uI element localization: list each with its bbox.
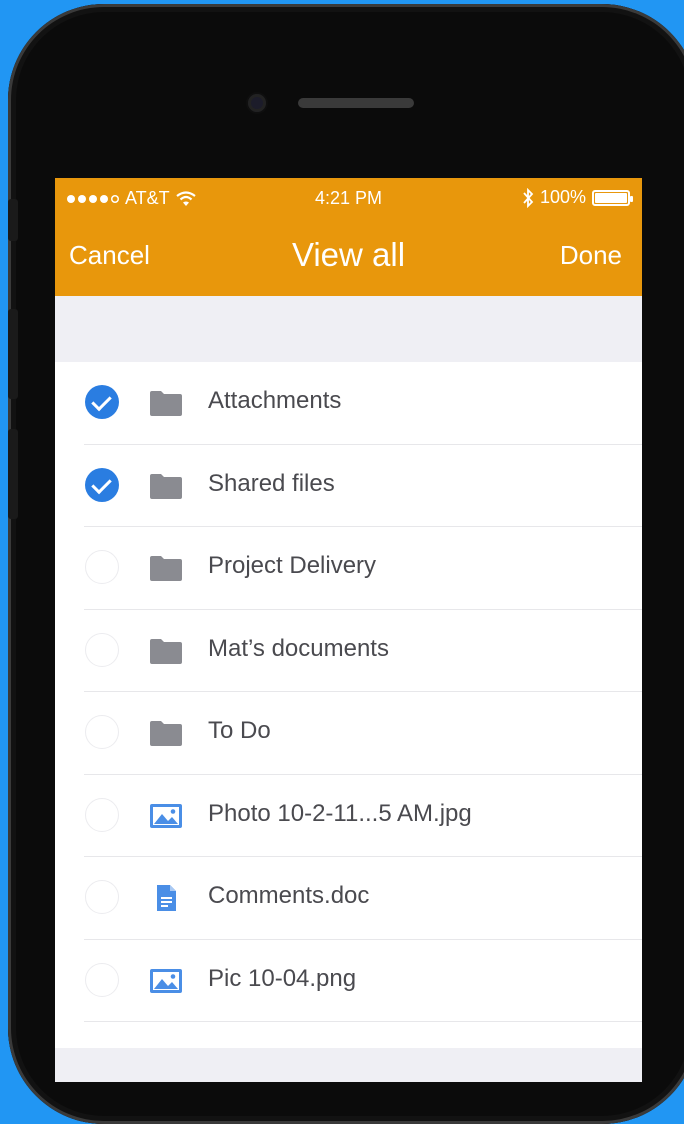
item-label: Photo 10-2-11...5 AM.jpg [208,799,472,827]
battery-icon [592,189,633,206]
folder-icon [149,637,183,665]
folder-icon [149,472,183,500]
checkbox-checked[interactable] [85,385,119,419]
volume-down-button [8,429,18,519]
list-item[interactable]: Shared files [55,445,642,528]
front-camera [248,94,266,112]
list-item[interactable]: Comments.doc [55,857,642,940]
checkbox-unchecked[interactable] [85,797,119,832]
item-label: Shared files [208,469,335,497]
item-label: Mat’s documents [208,634,389,662]
navigation-bar: AT&T 4:21 PM 100% Cancel View all Done [55,178,642,296]
mute-switch [8,199,18,241]
earpiece-speaker [298,98,414,108]
item-label: To Do [208,717,271,744]
file-list: Attachments Shared files Project Delivery M… [55,362,642,1048]
folder-icon [149,554,183,582]
bottom-spacer [55,1048,642,1082]
page-title: View all [291,236,406,273]
volume-up-button [8,309,18,399]
item-label: Comments.doc [208,882,370,909]
folder-icon [149,719,183,747]
item-label: Attachments [208,387,342,414]
list-item[interactable]: To Do [55,692,642,775]
checkbox-unchecked[interactable] [85,715,119,749]
item-label: Project Delivery [208,552,377,579]
list-item[interactable]: Attachments [55,362,642,445]
list-item[interactable]: Pic 10-04.png [55,940,642,1023]
bluetooth-icon [523,187,534,208]
list-item[interactable]: Photo 10-2-11...5 AM.jpg [55,775,642,858]
checkbox-unchecked[interactable] [85,962,119,997]
phone-screen: AT&T 4:21 PM 100% Cancel View all Done A… [55,178,642,1082]
list-item[interactable]: Mat’s documents [55,610,642,693]
checkbox-unchecked[interactable] [85,632,119,667]
image-icon [149,802,183,830]
battery-percentage: 100% [539,187,586,207]
checkbox-checked[interactable] [85,467,119,502]
checkbox-unchecked[interactable] [85,880,119,914]
item-label: Pic 10-04.png [208,964,357,992]
section-header-spacer [55,296,642,362]
folder-icon [149,389,183,417]
status-bar: AT&T 4:21 PM 100% [55,178,642,218]
list-item[interactable]: Project Delivery [55,527,642,610]
document-icon [149,884,183,912]
image-icon [149,967,183,995]
checkbox-unchecked[interactable] [85,550,119,584]
done-button[interactable]: Done [560,240,622,271]
